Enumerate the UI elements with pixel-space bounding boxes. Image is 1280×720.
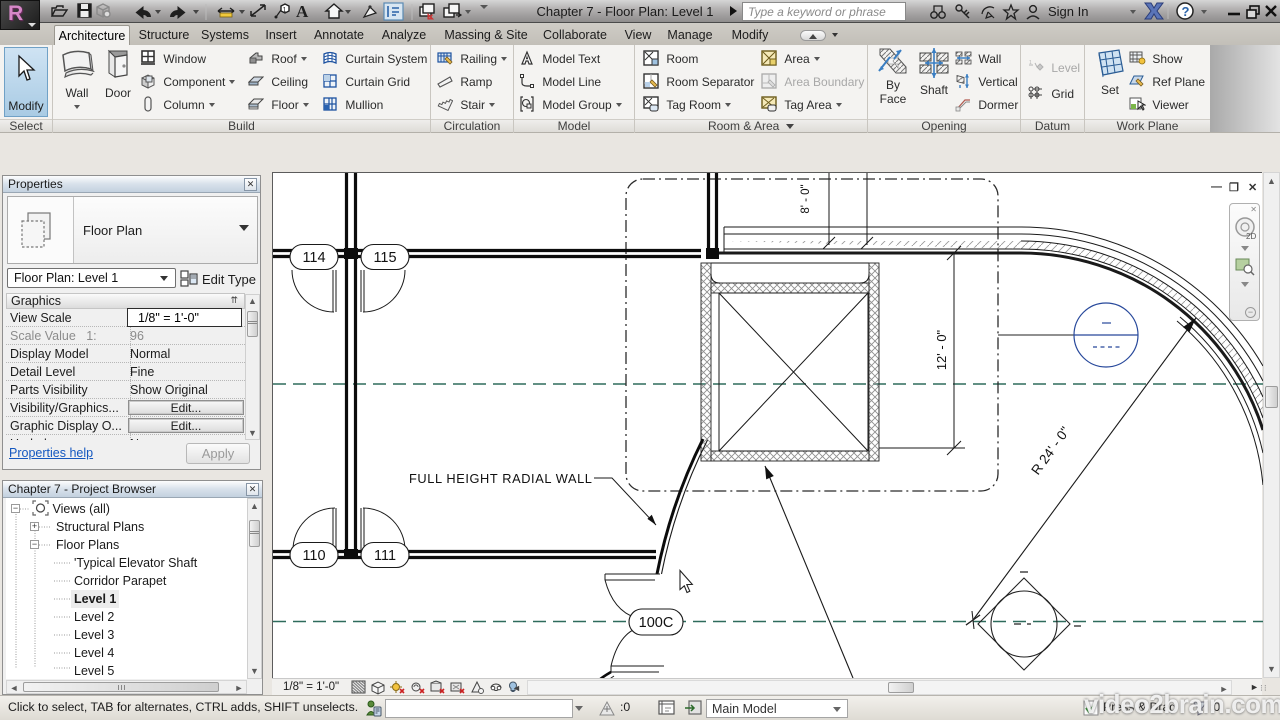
svg-text:115: 115	[373, 250, 396, 266]
svg-text:?: ?	[1182, 4, 1190, 19]
svg-text:FULL HEIGHT RADIAL WALL: FULL HEIGHT RADIAL WALL	[409, 471, 593, 486]
svg-text:2D: 2D	[1246, 232, 1256, 241]
svg-text:111: 111	[374, 548, 396, 564]
svg-text:12' - 0": 12' - 0"	[934, 329, 949, 370]
svg-text:A: A	[296, 2, 309, 21]
svg-text:1: 1	[283, 7, 287, 14]
svg-text:114: 114	[302, 250, 325, 266]
svg-text:1: 1	[1029, 60, 1032, 66]
svg-text:100C: 100C	[639, 615, 674, 631]
svg-text:8' - 0": 8' - 0"	[800, 184, 812, 213]
svg-text:R 24' - 0": R 24' - 0"	[1028, 424, 1073, 478]
svg-text:110: 110	[302, 548, 325, 564]
